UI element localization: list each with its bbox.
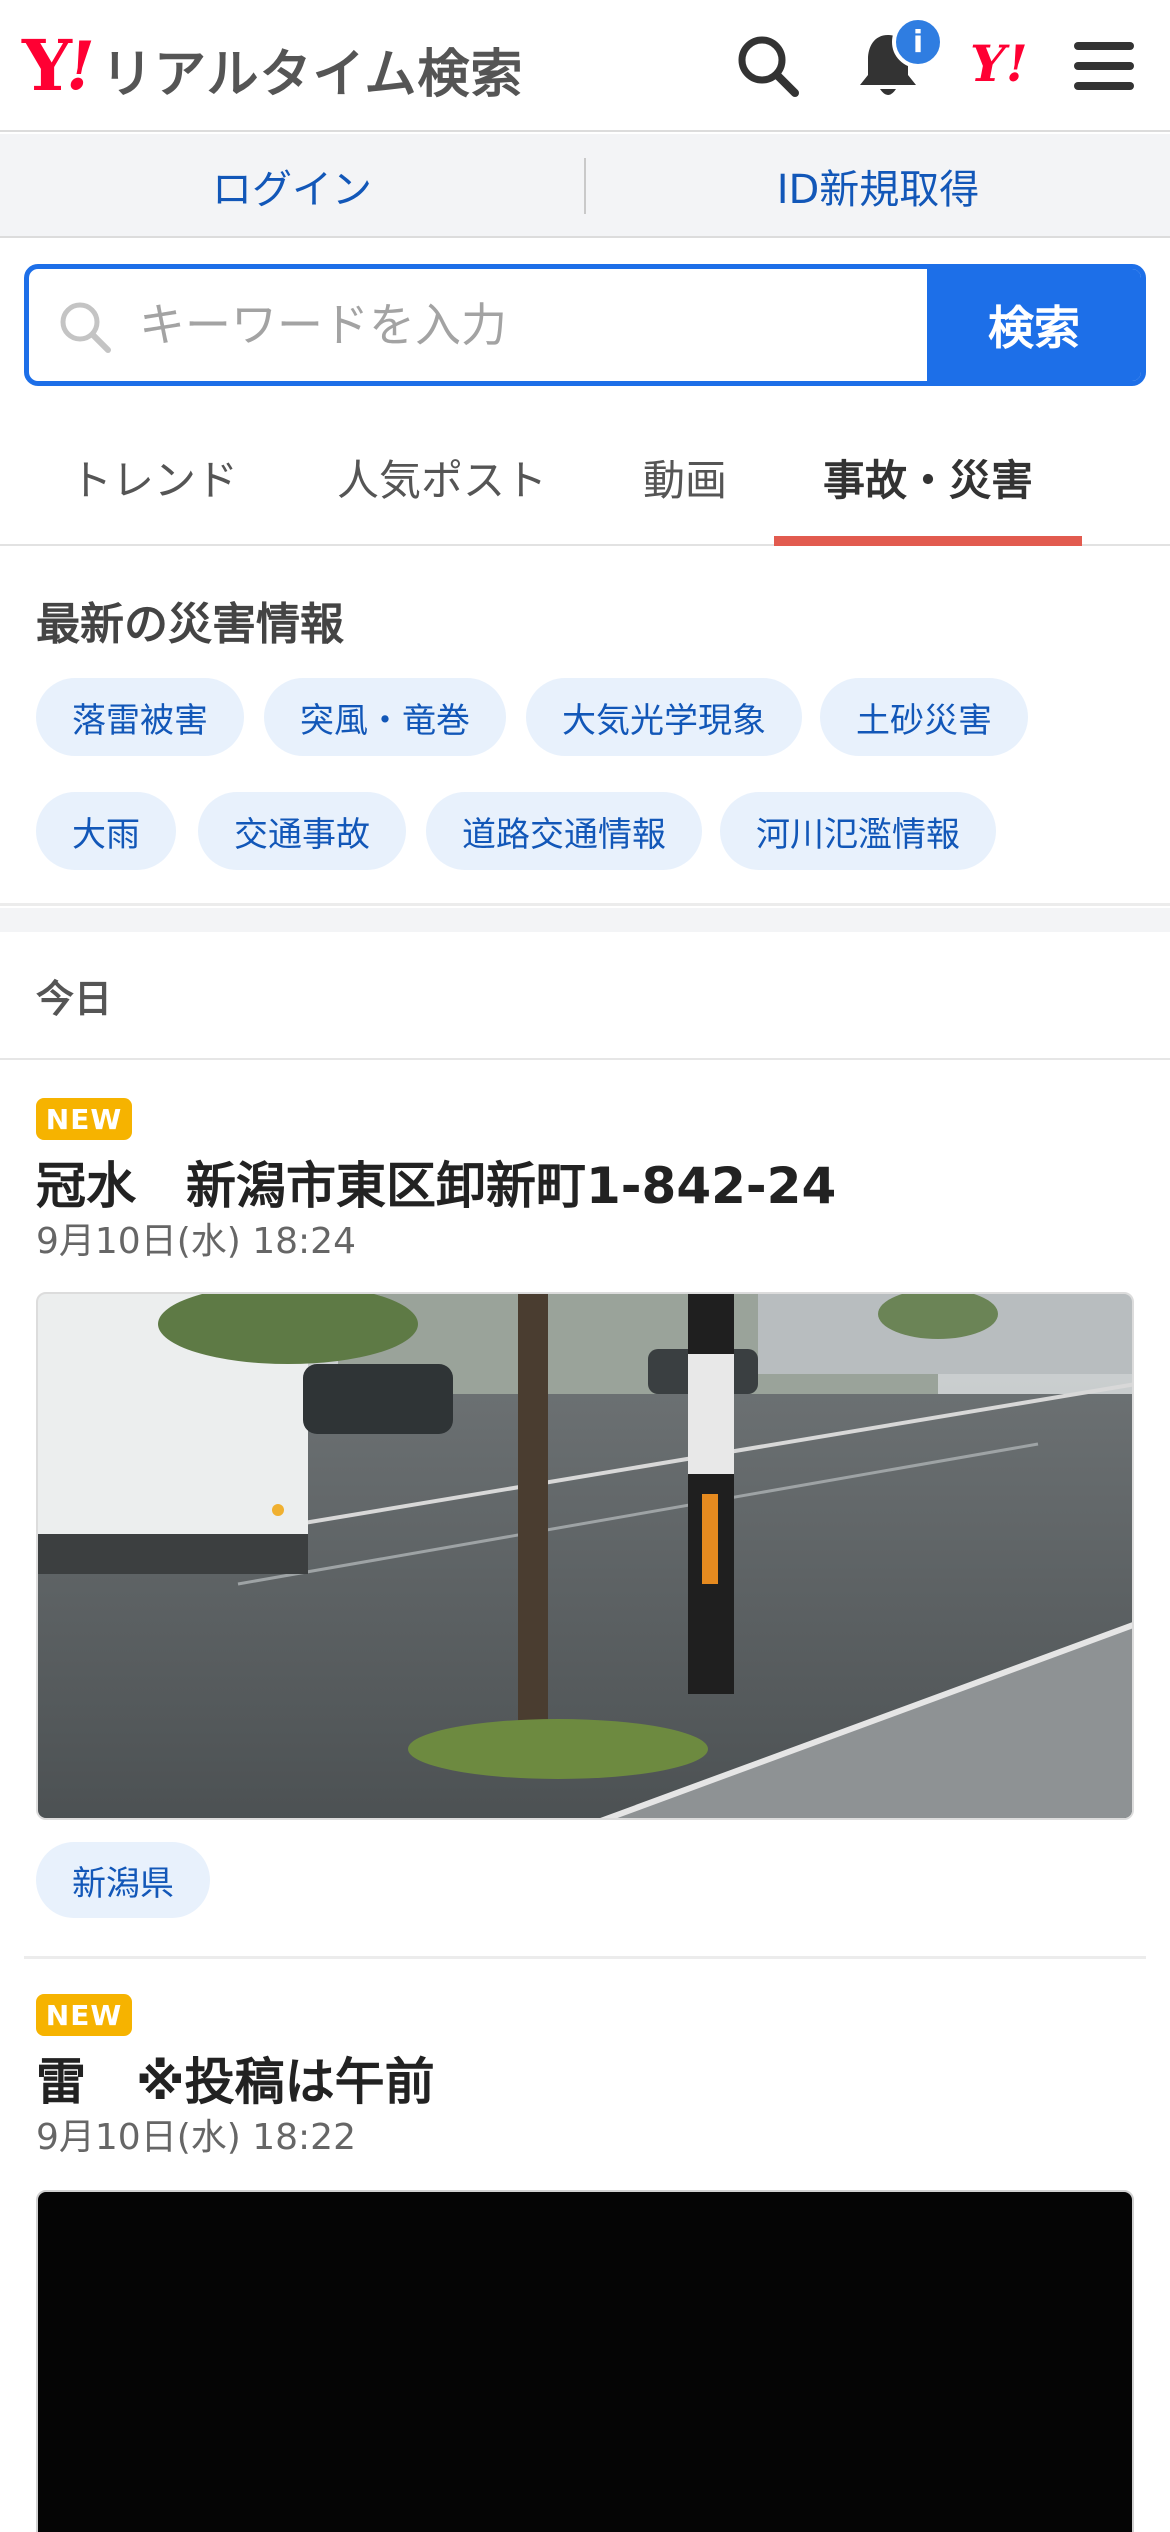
date-group-header: 今日 <box>0 932 1170 1060</box>
tab-trend[interactable]: トレンド <box>44 408 264 546</box>
search-bar: 検索 <box>24 264 1146 386</box>
logo-exclamation: ! <box>65 27 95 105</box>
category-tabs: トレンド 人気ポスト 動画 事故・災害 <box>0 408 1170 546</box>
disaster-tag[interactable]: 道路交通情報 <box>426 792 702 870</box>
location-tag[interactable]: 新潟県 <box>36 1842 210 1918</box>
disaster-tag[interactable]: 河川氾濫情報 <box>720 792 996 870</box>
logo-y: Y <box>22 24 72 107</box>
post-image-flooded-street[interactable] <box>36 1292 1134 1820</box>
disaster-tag[interactable]: 大気光学現象 <box>526 678 802 756</box>
tab-video[interactable]: 動画 <box>620 408 750 546</box>
login-link[interactable]: ログイン <box>0 134 584 238</box>
yahoo-realtime-logo[interactable]: Y ! リアルタイム検索 <box>22 26 523 106</box>
notification-badge[interactable]: i <box>892 16 944 68</box>
post-date: 9月10日(水) 18:24 <box>36 1221 356 1262</box>
search-icon[interactable] <box>728 26 808 106</box>
hamburger-menu-icon[interactable] <box>1064 26 1144 106</box>
search-button[interactable]: 検索 <box>927 269 1141 381</box>
tab-accident-disaster[interactable]: 事故・災害 <box>774 408 1082 546</box>
app-header: Y ! リアルタイム検索 i Y! <box>0 0 1170 132</box>
disaster-tag[interactable]: 土砂災害 <box>820 678 1028 756</box>
disaster-tag[interactable]: 交通事故 <box>198 792 406 870</box>
post-title[interactable]: 雷 ※投稿は午前 <box>36 2042 435 2114</box>
search-input[interactable] <box>139 269 939 381</box>
post-card[interactable]: NEW 雷 ※投稿は午前 9月10日(水) 18:22 <box>0 1958 1170 2532</box>
date-group-label: 今日 <box>36 977 113 1021</box>
new-badge: NEW <box>36 1098 132 1140</box>
section-gap <box>0 908 1170 932</box>
post-title[interactable]: 冠水 新潟市東区卸新町1-842-24 <box>36 1146 836 1218</box>
disaster-heading: 最新の災害情報 <box>36 599 344 650</box>
yahoo-mini-logo[interactable]: Y! <box>970 34 1028 93</box>
disaster-tag[interactable]: 落雷被害 <box>36 678 244 756</box>
auth-bar: ログイン ID新規取得 <box>0 134 1170 238</box>
search-field-icon <box>57 299 113 355</box>
new-badge: NEW <box>36 1994 132 2036</box>
logo-text: リアルタイム検索 <box>100 44 524 105</box>
post-date: 9月10日(水) 18:22 <box>36 2117 356 2158</box>
disaster-info-section: 最新の災害情報 落雷被害 突風・竜巻 大気光学現象 土砂災害 大雨 交通事故 道… <box>0 548 1170 906</box>
register-link[interactable]: ID新規取得 <box>586 134 1170 238</box>
disaster-tag[interactable]: 大雨 <box>36 792 176 870</box>
tab-popular-posts[interactable]: 人気ポスト <box>324 408 560 546</box>
post-card[interactable]: NEW 冠水 新潟市東区卸新町1-842-24 9月10日(水) 18:24 新… <box>0 1062 1170 1952</box>
post-image-lightning[interactable] <box>36 2190 1134 2532</box>
disaster-tag[interactable]: 突風・竜巻 <box>264 678 506 756</box>
